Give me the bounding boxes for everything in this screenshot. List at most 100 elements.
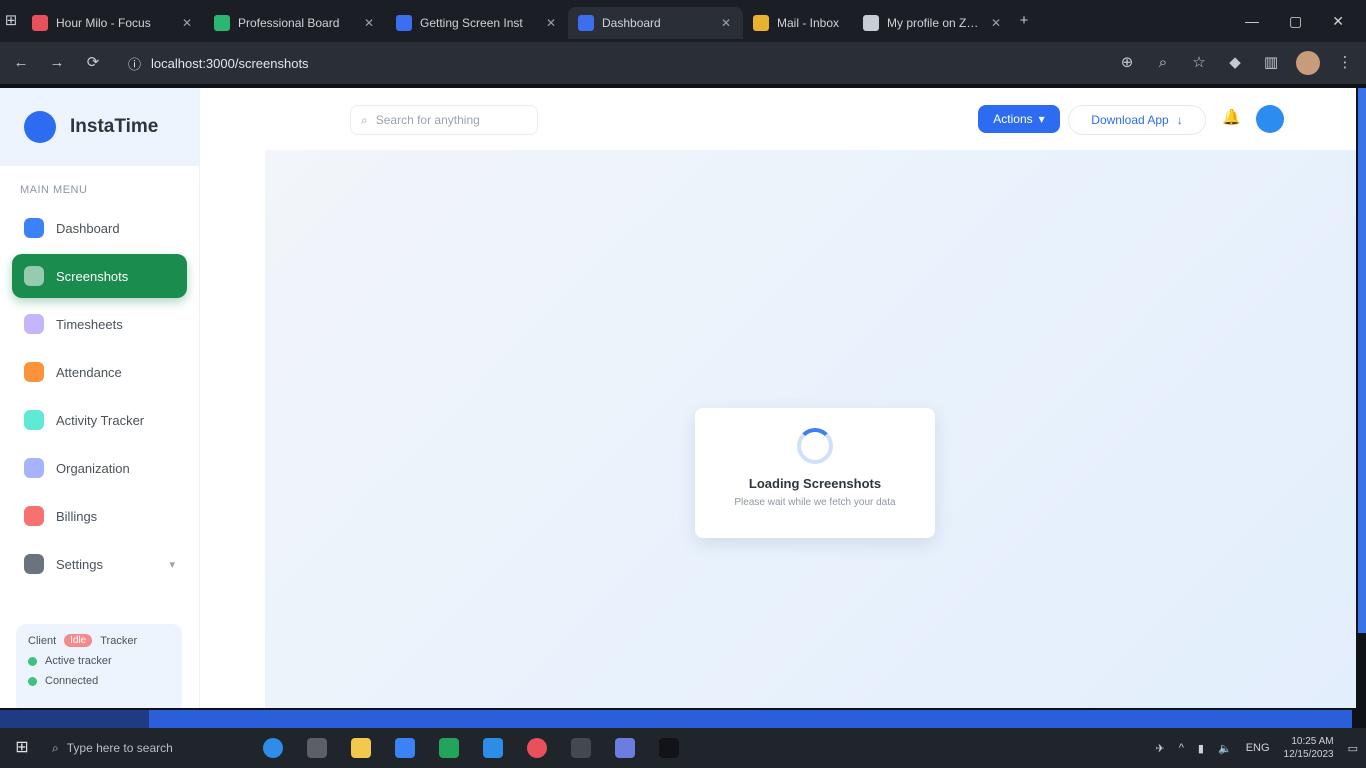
tab-title: My profile on Zaigns <box>887 16 981 30</box>
back-icon[interactable]: ← <box>10 52 32 74</box>
clock-time: 10:25 AM <box>1291 736 1334 747</box>
window-close-icon[interactable]: ✕ <box>1332 13 1344 30</box>
sidebar-item-screenshots[interactable]: Screenshots <box>12 254 187 298</box>
install-icon[interactable]: ⊕ <box>1116 52 1138 74</box>
terminal-icon[interactable] <box>564 733 598 763</box>
zoom-icon[interactable]: ⌕ <box>1152 52 1174 74</box>
extension-icon[interactable]: ◆ <box>1224 52 1246 74</box>
sidebar-item-organization[interactable]: Organization <box>12 446 187 490</box>
clock[interactable]: 10:25 AM 12/15/2023 <box>1284 735 1334 761</box>
language-indicator[interactable]: ENG <box>1246 742 1270 754</box>
sidebar-item-settings[interactable]: Settings ▾ <box>12 542 187 586</box>
chrome-icon[interactable] <box>520 733 554 763</box>
tab-0[interactable]: Hour Milo - Focus ✕ <box>22 7 204 39</box>
battery-icon[interactable]: ▮ <box>1198 742 1204 755</box>
status-badge: Idle <box>64 634 93 647</box>
search-input[interactable]: ⌕ Search for anything <box>350 105 538 135</box>
edge-icon[interactable] <box>256 733 290 763</box>
tab-5[interactable]: My profile on Zaigns ✕ <box>853 7 1013 39</box>
bookmark-star-icon[interactable]: ☆ <box>1188 52 1210 74</box>
search-icon: ⌕ <box>52 740 59 755</box>
tab-close-icon[interactable]: ✕ <box>719 16 733 30</box>
start-menu-icon[interactable]: ⊞ <box>8 734 36 762</box>
tab-3-active[interactable]: Dashboard ✕ <box>568 7 743 39</box>
tab-favicon-icon <box>753 15 769 31</box>
sidebar-item-timesheets[interactable]: Timesheets <box>12 302 187 346</box>
tray-app-icon[interactable]: ✈ <box>1156 742 1165 755</box>
forward-icon[interactable]: → <box>46 52 68 74</box>
code-editor-icon[interactable] <box>476 733 510 763</box>
tracker-status-card: Client Idle Tracker Active tracker Conne… <box>16 624 182 708</box>
organization-icon <box>24 458 44 478</box>
tab-favicon-icon <box>396 15 412 31</box>
sidepanel-icon[interactable]: ▥ <box>1260 52 1282 74</box>
tab-close-icon[interactable]: ✕ <box>989 16 1003 30</box>
task-view-icon[interactable] <box>300 733 334 763</box>
tab-title: Getting Screen Inst <box>420 16 523 30</box>
tab-2[interactable]: Getting Screen Inst ✕ <box>386 7 568 39</box>
reload-icon[interactable]: ⟳ <box>82 52 104 74</box>
tab-close-icon[interactable]: ✕ <box>544 16 558 30</box>
loading-subtitle: Please wait while we fetch your data <box>734 497 896 508</box>
actions-button[interactable]: Actions ▾ <box>978 105 1060 133</box>
sidebar-item-activity-tracker[interactable]: Activity Tracker <box>12 398 187 442</box>
brand-logo-icon <box>24 111 56 143</box>
status-label: Tracker <box>100 634 138 647</box>
browser-tab-strip: ⊞ Hour Milo - Focus ✕ Professional Board… <box>0 0 1366 42</box>
settings-gear-icon <box>24 554 44 574</box>
loading-progress-bar <box>0 710 1352 728</box>
brand-name: InstaTime <box>70 116 159 137</box>
tray-chevron-icon[interactable]: ^ <box>1179 742 1184 754</box>
address-text: localhost:3000/screenshots <box>151 55 309 71</box>
sidebar-item-dashboard[interactable]: Dashboard <box>12 206 187 250</box>
sidebar-item-label: Timesheets <box>56 316 123 332</box>
sidebar-item-attendance[interactable]: Attendance <box>12 350 187 394</box>
spreadsheet-icon[interactable] <box>432 733 466 763</box>
sidebar-item-billings[interactable]: Billings <box>12 494 187 538</box>
user-avatar[interactable] <box>1256 105 1284 133</box>
maximize-icon[interactable]: ▢ <box>1289 13 1302 30</box>
tab-title: Mail - Inbox <box>777 16 840 30</box>
tab-4[interactable]: Mail - Inbox <box>743 7 853 39</box>
attendance-icon <box>24 362 44 382</box>
tab-close-icon[interactable]: ✕ <box>362 16 376 30</box>
app-dark-icon[interactable] <box>652 733 686 763</box>
tab-favicon-icon <box>863 15 879 31</box>
activity-icon <box>24 410 44 430</box>
sidebar-item-label: Dashboard <box>56 220 120 236</box>
sidebar: InstaTime MAIN MENU Dashboard Screenshot… <box>0 88 200 708</box>
loading-title: Loading Screenshots <box>748 476 882 491</box>
status-title: Client <box>28 634 57 647</box>
minimize-icon[interactable]: — <box>1245 13 1259 30</box>
brand[interactable]: InstaTime <box>0 88 199 166</box>
volume-icon[interactable]: 🔈 <box>1218 742 1232 755</box>
loading-spinner-icon <box>797 428 833 464</box>
sidebar-item-label: Billings <box>56 508 98 524</box>
app-blue-icon[interactable] <box>608 733 642 763</box>
page-scrollbar[interactable] <box>1358 88 1366 633</box>
chevron-down-icon: ▾ <box>169 558 175 571</box>
tab-title: Professional Board <box>238 16 340 30</box>
tab-1[interactable]: Professional Board ✕ <box>204 7 386 39</box>
notifications-icon[interactable]: ▭ <box>1348 742 1358 755</box>
site-info-icon[interactable]: ⓘ <box>128 54 141 73</box>
download-button-label: Download App <box>1091 113 1169 127</box>
file-explorer-icon[interactable] <box>344 733 378 763</box>
profile-avatar[interactable] <box>1296 51 1320 75</box>
store-icon[interactable] <box>388 733 422 763</box>
web-app: InstaTime MAIN MENU Dashboard Screenshot… <box>0 88 1356 708</box>
status-item: Active tracker <box>45 655 112 667</box>
tab-close-icon[interactable]: ✕ <box>180 16 194 30</box>
clock-date: 12/15/2023 <box>1283 749 1334 760</box>
download-icon: ↓ <box>1176 113 1183 127</box>
address-bar[interactable]: ⓘ localhost:3000/screenshots <box>118 48 1102 78</box>
taskbar-search[interactable]: ⌕ Type here to search <box>46 733 246 763</box>
download-app-button[interactable]: Download App ↓ <box>1068 105 1206 135</box>
notification-bell-icon[interactable]: 🔔 <box>1222 108 1241 128</box>
tab-title: Hour Milo - Focus <box>56 16 151 30</box>
browser-menu-icon[interactable]: ⊞ <box>0 10 22 32</box>
browser-more-icon[interactable]: ⋮ <box>1334 52 1356 74</box>
new-tab-icon[interactable]: + <box>1013 10 1035 32</box>
sidebar-item-label: Organization <box>56 460 130 476</box>
tab-favicon-icon <box>32 15 48 31</box>
